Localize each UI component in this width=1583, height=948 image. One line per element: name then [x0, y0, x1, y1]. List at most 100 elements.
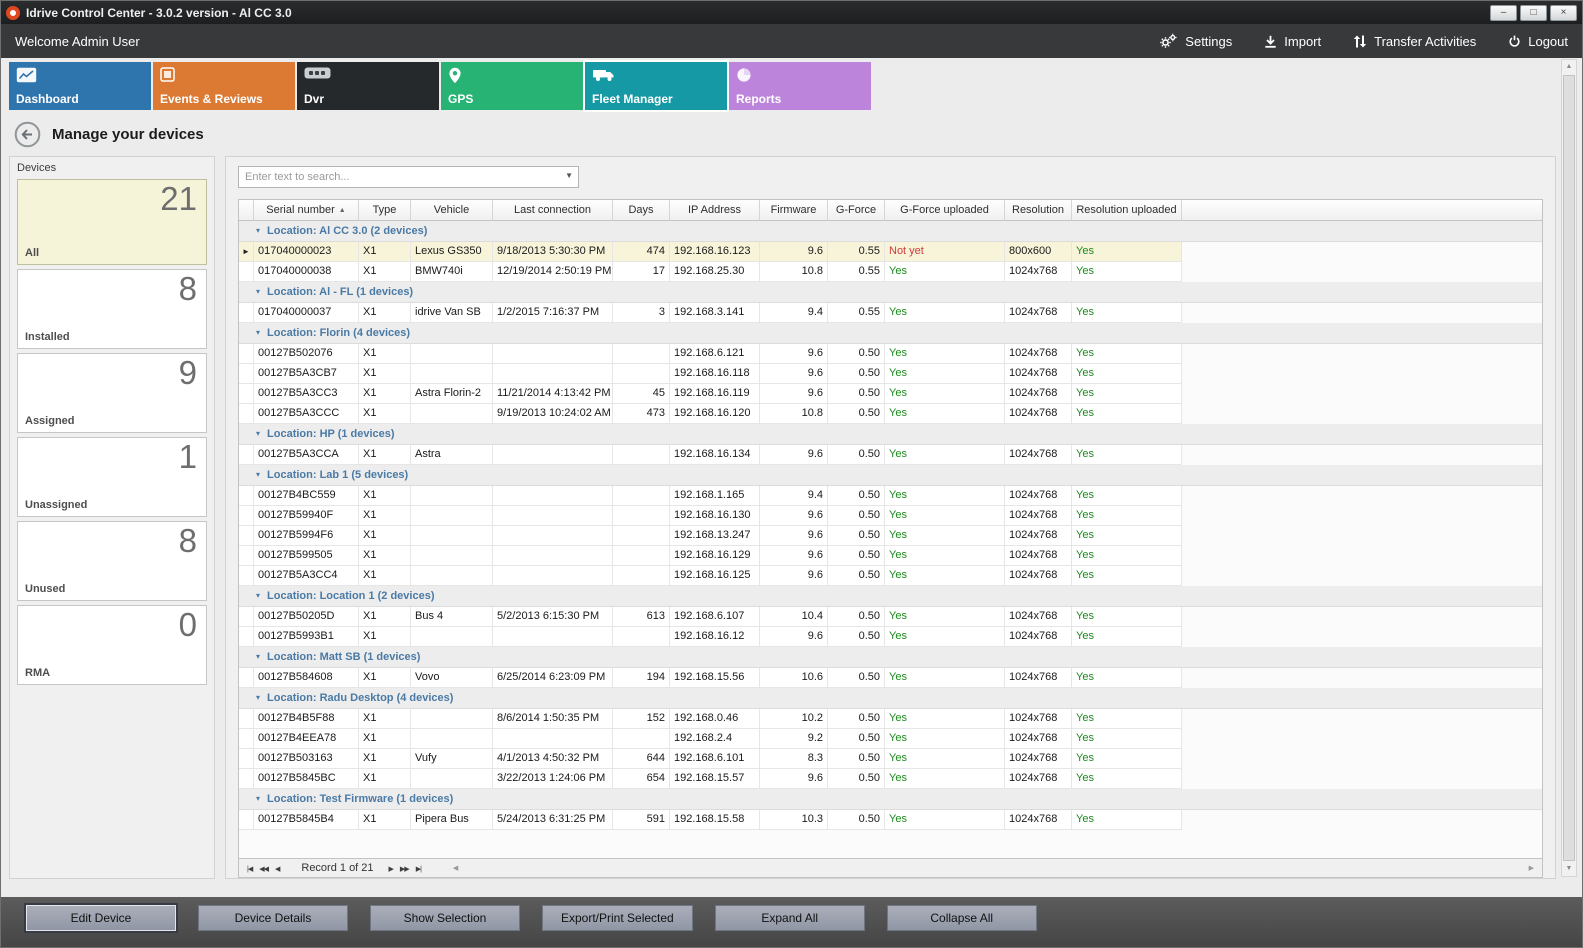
nav-first-icon[interactable]: |◀ [247, 866, 252, 873]
group-row[interactable]: ▾Location: Location 1 (2 devices) [239, 586, 1542, 607]
device-row[interactable]: 00127B4EEA78X1192.168.2.49.20.50Yes1024x… [239, 729, 1542, 749]
cell-serial: 00127B5993B1 [254, 627, 359, 647]
device-row[interactable]: 00127B4BC559X1192.168.1.1659.40.50Yes102… [239, 486, 1542, 506]
cell-gforce: 0.50 [828, 445, 885, 465]
device-row[interactable]: 00127B599505X1192.168.16.1299.60.50Yes10… [239, 546, 1542, 566]
toolbar-action-import[interactable]: Import [1264, 34, 1321, 49]
device-row[interactable]: 00127B584608X1Vovo6/25/2014 6:23:09 PM19… [239, 668, 1542, 688]
device-row[interactable]: 00127B50205DX1Bus 45/2/2013 6:15:30 PM61… [239, 607, 1542, 627]
filter-card-unused[interactable]: 8Unused [17, 521, 207, 601]
group-row[interactable]: ▾Location: Lab 1 (5 devices) [239, 465, 1542, 486]
minimize-button[interactable]: – [1490, 5, 1517, 21]
column-header-type[interactable]: Type [359, 200, 411, 221]
export-print-selected-button[interactable]: Export/Print Selected [542, 905, 693, 931]
chevron-down-icon[interactable]: ▼ [565, 172, 573, 180]
back-button[interactable] [14, 121, 41, 148]
group-row[interactable]: ▾Location: Al CC 3.0 (2 devices) [239, 221, 1542, 242]
collapse-all-button[interactable]: Collapse All [887, 905, 1037, 931]
cell-type: X1 [359, 566, 411, 586]
page-header: Manage your devices [1, 115, 1582, 154]
tab-reports[interactable]: Reports [729, 62, 871, 110]
filter-count: 9 [179, 354, 197, 392]
scroll-down-icon[interactable]: ▼ [1562, 862, 1576, 876]
maximize-button[interactable]: □ [1520, 5, 1547, 21]
cell-vehicle: Astra [411, 445, 493, 465]
device-row[interactable]: 00127B5994F6X1192.168.13.2479.60.50Yes10… [239, 526, 1542, 546]
scroll-up-icon[interactable]: ▲ [1562, 60, 1576, 74]
device-row[interactable]: 00127B502076X1192.168.6.1219.60.50Yes102… [239, 344, 1542, 364]
column-header-label: Type [373, 204, 397, 216]
nav-next-icon[interactable]: ▶ [389, 866, 393, 873]
device-row[interactable]: 00127B5845B4X1Pipera Bus5/24/2013 6:31:2… [239, 810, 1542, 830]
cell-resolution_uploaded: Yes [1072, 303, 1182, 323]
toolbar-action-transfer-activities[interactable]: Transfer Activities [1353, 34, 1476, 49]
tab-fleet-manager[interactable]: Fleet Manager [585, 62, 727, 110]
device-row[interactable]: 00127B5A3CC4X1192.168.16.1259.60.50Yes10… [239, 566, 1542, 586]
cell-days [613, 486, 670, 506]
tab-events-reviews[interactable]: Events & Reviews [153, 62, 295, 110]
column-header-last_connection[interactable]: Last connection [493, 200, 613, 221]
column-header-gforce[interactable]: G-Force [828, 200, 885, 221]
device-row[interactable]: 00127B59940FX1192.168.16.1309.60.50Yes10… [239, 506, 1542, 526]
toolbar-action-logout[interactable]: Logout [1508, 34, 1568, 49]
filter-card-rma[interactable]: 0RMA [17, 605, 207, 685]
group-row[interactable]: ▾Location: Al - FL (1 devices) [239, 282, 1542, 303]
device-row[interactable]: 00127B5A3CC3X1Astra Florin-211/21/2014 4… [239, 384, 1542, 404]
edit-device-button[interactable]: Edit Device [26, 905, 176, 931]
device-row[interactable]: 00127B5845BCX13/22/2013 1:24:06 PM654192… [239, 769, 1542, 789]
search-combobox[interactable]: ▼ [238, 166, 579, 188]
toolbar-action-settings[interactable]: Settings [1158, 33, 1232, 49]
column-header-resolution[interactable]: Resolution [1005, 200, 1072, 221]
close-button[interactable]: × [1550, 5, 1577, 21]
column-header-firmware[interactable]: Firmware [760, 200, 828, 221]
column-header-days[interactable]: Days [613, 200, 670, 221]
expand-all-button[interactable]: Expand All [715, 905, 865, 931]
nav-next-page-icon[interactable]: ▶▶ [400, 866, 409, 873]
scrollbar-thumb[interactable] [1563, 75, 1575, 861]
cell-ip: 192.168.16.120 [670, 404, 760, 424]
events-icon [160, 67, 288, 85]
device-row[interactable]: ►017040000023X1Lexus GS3509/18/2013 5:30… [239, 242, 1542, 262]
cell-vehicle: idrive Van SB [411, 303, 493, 323]
device-row[interactable]: 00127B5993B1X1192.168.16.129.60.50Yes102… [239, 627, 1542, 647]
column-header-vehicle[interactable]: Vehicle [411, 200, 493, 221]
nav-prev-page-icon[interactable]: ◀◀ [259, 866, 268, 873]
tab-dvr[interactable]: Dvr [297, 62, 439, 110]
filter-card-assigned[interactable]: 9Assigned [17, 353, 207, 433]
column-header-serial[interactable]: Serial number▲ [254, 200, 359, 221]
show-selection-button[interactable]: Show Selection [370, 905, 520, 931]
device-row[interactable]: 017040000037X1idrive Van SB1/2/2015 7:16… [239, 303, 1542, 323]
nav-prev-icon[interactable]: ◀ [275, 866, 279, 873]
group-row[interactable]: ▾Location: Radu Desktop (4 devices) [239, 688, 1542, 709]
hscroll-right-icon[interactable]: ▶ [1529, 865, 1534, 872]
cell-resolution: 1024x768 [1005, 404, 1072, 424]
filter-card-unassigned[interactable]: 1Unassigned [17, 437, 207, 517]
hscroll-left-icon[interactable]: ◀ [453, 865, 458, 872]
device-row[interactable]: 00127B4B5F88X18/6/2014 1:50:35 PM152192.… [239, 709, 1542, 729]
device-row[interactable]: 017040000038X1BMW740i12/19/2014 2:50:19 … [239, 262, 1542, 282]
column-header-ip[interactable]: IP Address [670, 200, 760, 221]
group-row[interactable]: ▾Location: HP (1 devices) [239, 424, 1542, 445]
cell-resolution: 1024x768 [1005, 384, 1072, 404]
header-filler [1182, 200, 1542, 221]
search-input[interactable] [239, 167, 578, 187]
column-header-resolution_uploaded[interactable]: Resolution uploaded [1072, 200, 1182, 221]
row-indicator [239, 769, 254, 789]
tab-label: Dashboard [16, 92, 144, 106]
device-row[interactable]: 00127B5A3CCCX19/19/2013 10:24:02 AM47319… [239, 404, 1542, 424]
group-row[interactable]: ▾Location: Matt SB (1 devices) [239, 647, 1542, 668]
group-row[interactable]: ▾Location: Test Firmware (1 devices) [239, 789, 1542, 810]
group-row[interactable]: ▾Location: Florin (4 devices) [239, 323, 1542, 344]
vertical-scrollbar[interactable]: ▲ ▼ [1561, 59, 1577, 877]
filter-card-all[interactable]: 21All [17, 179, 207, 265]
column-header-gforce_uploaded[interactable]: G-Force uploaded [885, 200, 1005, 221]
device-row[interactable]: 00127B5A3CCAX1Astra192.168.16.1349.60.50… [239, 445, 1542, 465]
cell-vehicle: Vufy [411, 749, 493, 769]
device-row[interactable]: 00127B5A3CB7X1192.168.16.1189.60.50Yes10… [239, 364, 1542, 384]
filter-card-installed[interactable]: 8Installed [17, 269, 207, 349]
device-details-button[interactable]: Device Details [198, 905, 348, 931]
device-row[interactable]: 00127B503163X1Vufy4/1/2013 4:50:32 PM644… [239, 749, 1542, 769]
tab-dashboard[interactable]: Dashboard [9, 62, 151, 110]
tab-gps[interactable]: GPS [441, 62, 583, 110]
nav-last-icon[interactable]: ▶| [416, 866, 421, 873]
